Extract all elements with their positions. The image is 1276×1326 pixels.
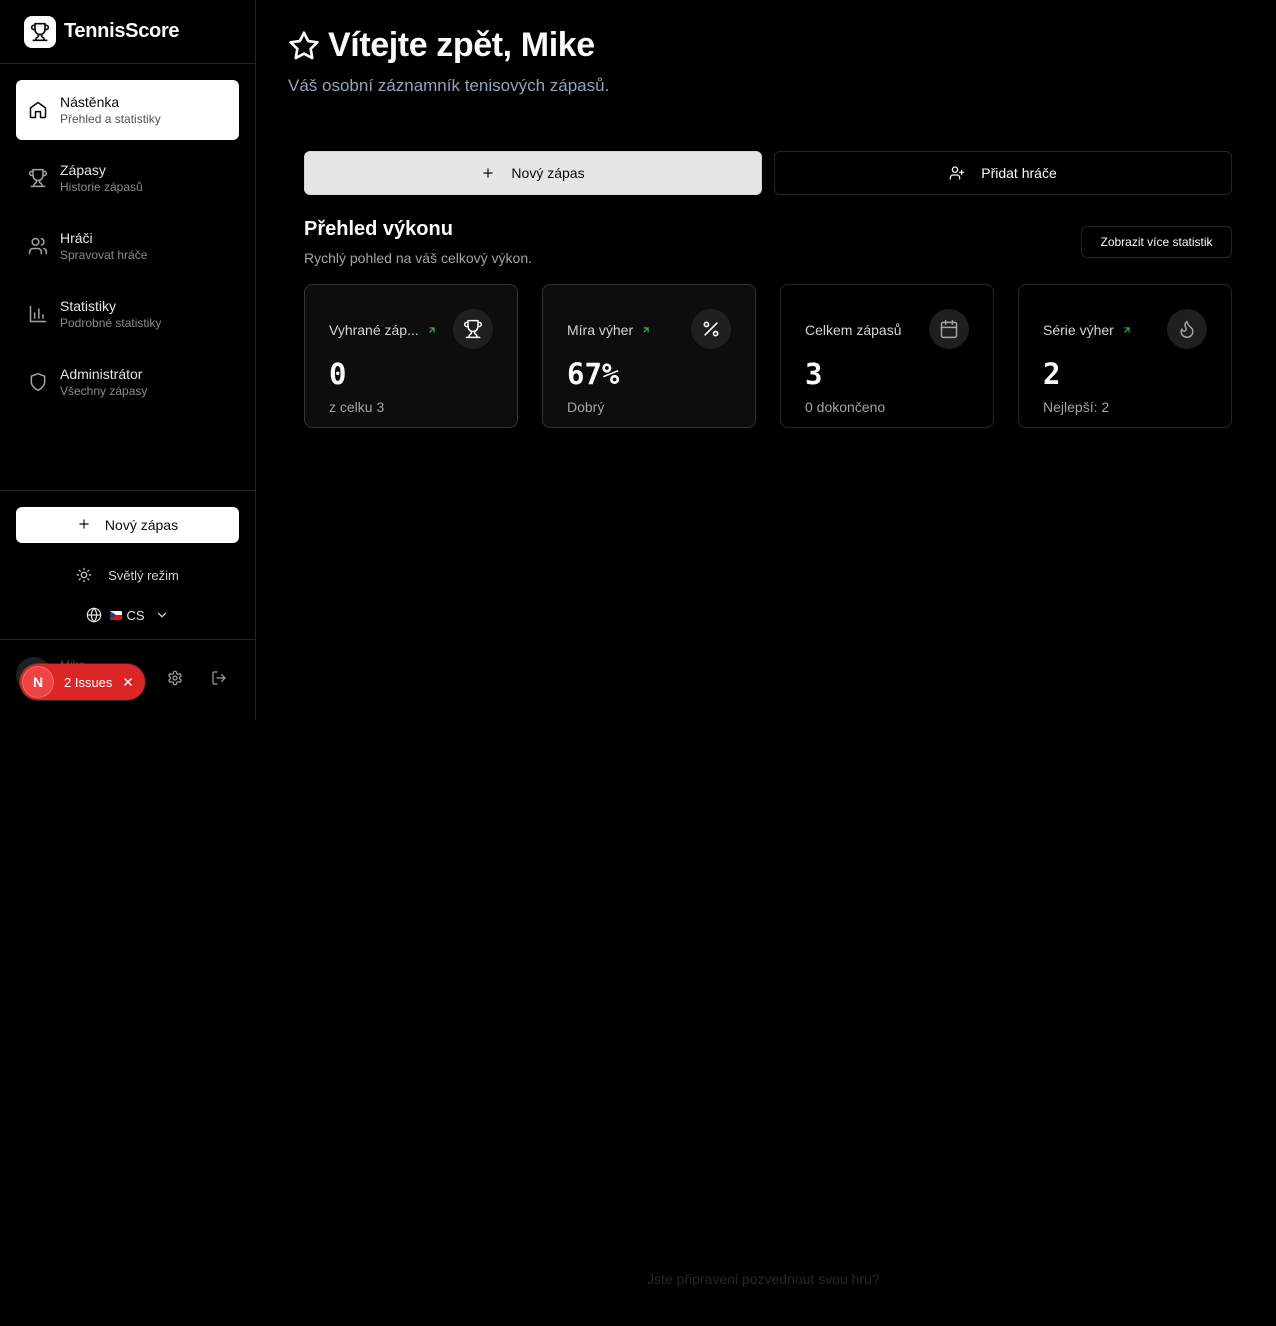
- gear-icon[interactable]: [165, 668, 185, 688]
- stat-card-value: 2: [1043, 357, 1061, 391]
- globe-icon: [87, 607, 102, 623]
- arrow-up-right-icon: [1122, 325, 1132, 335]
- sidebar-item-sub: Historie zápasů: [60, 180, 143, 194]
- trophy-logo-icon: [24, 15, 56, 48]
- page-subtitle: Váš osobní záznamník tenisových zápasů.: [288, 76, 610, 95]
- stat-card-value: 67%: [567, 357, 620, 391]
- stat-card-title: Míra výher: [567, 322, 634, 338]
- sidebar-item-admin[interactable]: Administrátor Všechny zápasy: [16, 352, 239, 412]
- issues-label: 2 Issues: [64, 674, 113, 690]
- issues-badge[interactable]: N 2 Issues: [20, 664, 145, 700]
- user-plus-icon: [949, 166, 965, 180]
- performance-title: Přehled výkonu: [304, 218, 453, 240]
- new-match-label: Nový zápas: [511, 165, 585, 181]
- stat-card-wins[interactable]: Vyhrané záp... 0 z celku 3: [304, 284, 518, 428]
- stat-card-title: Série výher: [1043, 322, 1114, 338]
- sidebar-new-match-label: Nový zápas: [104, 517, 179, 533]
- sidebar-item-sub: Všechny zápasy: [60, 384, 148, 398]
- arrow-up-right-icon: [641, 325, 651, 335]
- sidebar-item-players[interactable]: Hráči Spravovat hráče: [16, 216, 239, 276]
- add-player-button[interactable]: Přidat hráče: [774, 151, 1232, 195]
- issues-logo: N: [22, 666, 54, 698]
- sidebar-item-sub: Spravovat hráče: [60, 248, 148, 262]
- brand-name: TennisScore: [64, 20, 180, 42]
- calendar-icon: [929, 309, 969, 349]
- czech-flag-icon: [110, 610, 123, 620]
- sidebar-item-label: Hráči: [60, 230, 93, 246]
- quick-actions: Nový zápas Přidat hráče: [304, 151, 1232, 195]
- footer-tagline: Jste připraveni pozvednout svou hru?: [647, 1271, 880, 1287]
- trophy-icon: [453, 309, 493, 349]
- sidebar-new-match-button[interactable]: Nový zápas: [16, 507, 239, 543]
- stat-card-desc: Nejlepší: 2: [1043, 399, 1110, 415]
- users-icon: [28, 236, 48, 256]
- flame-icon: [1167, 309, 1207, 349]
- chevron-down-icon: [157, 612, 166, 618]
- percent-icon: [691, 309, 731, 349]
- sidebar-nav: Nástěnka Přehled a statistiky Zápasy His…: [0, 64, 255, 412]
- welcome-header: Vítejte zpět, Mike: [288, 26, 595, 65]
- stat-card-desc: 0 dokončeno: [805, 399, 886, 415]
- stat-card-desc: z celku 3: [329, 399, 385, 415]
- shield-icon: [28, 372, 48, 392]
- stat-card-title: Vyhrané záp...: [329, 322, 419, 338]
- logout-icon[interactable]: [209, 668, 229, 688]
- star-icon: [289, 30, 319, 59]
- sidebar-item-sub: Podrobné statistiky: [60, 316, 162, 330]
- language-label: CS: [126, 607, 145, 623]
- sidebar-item-dashboard[interactable]: Nástěnka Přehled a statistiky: [16, 80, 239, 140]
- sidebar-item-statistics[interactable]: Statistiky Podrobné statistiky: [16, 284, 239, 344]
- bar-chart-icon: [28, 304, 48, 324]
- add-player-label: Přidat hráče: [981, 165, 1057, 181]
- home-icon: [28, 100, 48, 120]
- close-icon[interactable]: [122, 676, 134, 688]
- new-match-button[interactable]: Nový zápas: [304, 151, 762, 195]
- stat-card-title: Celkem zápasů: [805, 322, 902, 338]
- plus-icon: [77, 517, 91, 534]
- sidebar-item-label: Statistiky: [60, 298, 117, 314]
- theme-toggle-label: Světlý režim: [108, 567, 179, 583]
- sidebar-item-label: Administrátor: [60, 366, 143, 382]
- more-stats-button[interactable]: Zobrazit více statistik: [1081, 226, 1232, 258]
- sun-icon: [76, 567, 92, 583]
- stat-cards: Vyhrané záp... 0 z celku 3 Míra výher 67…: [304, 284, 1232, 428]
- sidebar-item-label: Zápasy: [60, 162, 106, 178]
- arrow-up-right-icon: [427, 325, 437, 335]
- trophy-icon: [28, 168, 48, 188]
- stat-card-value: 0: [329, 357, 347, 391]
- sidebar-item-matches[interactable]: Zápasy Historie zápasů: [16, 148, 239, 208]
- stat-card-value: 3: [805, 357, 823, 391]
- performance-subtitle: Rychlý pohled na váš celkový výkon.: [304, 250, 532, 266]
- theme-toggle[interactable]: Světlý režim: [16, 559, 239, 591]
- sidebar: TennisScore Nástěnka Přehled a statistik…: [0, 0, 256, 720]
- stat-card-win-streak[interactable]: Série výher 2 Nejlepší: 2: [1018, 284, 1232, 428]
- brand[interactable]: TennisScore: [0, 0, 255, 64]
- plus-icon: [483, 168, 494, 178]
- sidebar-item-sub: Přehled a statistiky: [60, 112, 161, 126]
- page-title: Vítejte zpět, Mike: [328, 26, 595, 64]
- stat-card-win-rate[interactable]: Míra výher 67% Dobrý: [542, 284, 756, 428]
- language-select[interactable]: CS: [16, 599, 239, 631]
- stat-card-total-matches[interactable]: Celkem zápasů 3 0 dokončeno: [780, 284, 994, 428]
- sidebar-item-label: Nástěnka: [60, 94, 120, 110]
- stat-card-desc: Dobrý: [567, 399, 605, 415]
- sidebar-footer: Nový zápas Světlý režim CS: [0, 490, 255, 647]
